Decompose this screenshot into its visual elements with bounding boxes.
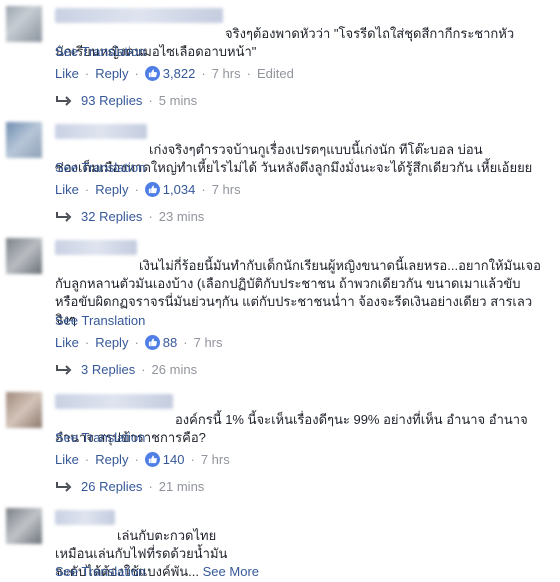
thumbs-up-icon[interactable] bbox=[144, 335, 160, 350]
see-translation-link[interactable]: See Translation bbox=[55, 564, 145, 579]
separator-dot: · bbox=[183, 335, 188, 350]
separator-dot: · bbox=[84, 182, 90, 197]
timestamp[interactable]: 7 hrs bbox=[212, 182, 241, 197]
separator-dot: · bbox=[84, 66, 90, 81]
replies-toggle[interactable]: 26 Replies · 21 mins bbox=[55, 479, 204, 494]
separator-dot: · bbox=[134, 452, 139, 467]
replies-timestamp: 26 mins bbox=[151, 362, 198, 377]
separator-dot: · bbox=[84, 452, 90, 467]
avatar[interactable] bbox=[6, 392, 42, 428]
reply-arrow-icon bbox=[56, 364, 72, 375]
replies-count[interactable]: 3 Replies bbox=[81, 362, 135, 377]
edited-label[interactable]: Edited bbox=[257, 66, 294, 81]
separator-dot: · bbox=[134, 66, 139, 81]
reply-button[interactable]: Reply bbox=[95, 452, 128, 467]
reply-arrow-icon bbox=[56, 95, 72, 106]
see-translation-link[interactable]: See Translation bbox=[55, 44, 145, 59]
like-button[interactable]: Like bbox=[55, 66, 79, 81]
replies-timestamp: 23 mins bbox=[158, 209, 205, 224]
separator-dot: · bbox=[148, 479, 153, 494]
reply-button[interactable]: Reply bbox=[95, 66, 128, 81]
separator-dot: · bbox=[190, 452, 195, 467]
separator-dot: · bbox=[201, 182, 206, 197]
reaction-count[interactable]: 1,034 bbox=[163, 182, 196, 197]
replies-count[interactable]: 26 Replies bbox=[81, 479, 142, 494]
separator-dot: · bbox=[148, 93, 153, 108]
reaction-count[interactable]: 3,822 bbox=[163, 66, 196, 81]
separator-dot: · bbox=[141, 362, 146, 377]
thumbs-up-icon[interactable] bbox=[144, 452, 160, 467]
replies-toggle[interactable]: 93 Replies · 5 mins bbox=[55, 93, 197, 108]
thumbs-up-icon[interactable] bbox=[144, 182, 160, 197]
comment-feed: จริงๆต้องพาดหัวว่า "โจรรีดไถใส่ชุดสีกากี… bbox=[0, 0, 560, 582]
replies-toggle[interactable]: 3 Replies · 26 mins bbox=[55, 362, 197, 377]
timestamp[interactable]: 7 hrs bbox=[194, 335, 223, 350]
separator-dot: · bbox=[246, 66, 251, 81]
avatar[interactable] bbox=[6, 6, 42, 42]
replies-timestamp: 5 mins bbox=[158, 93, 198, 108]
reply-arrow-icon bbox=[56, 481, 72, 492]
replies-toggle[interactable]: 32 Replies · 23 mins bbox=[55, 209, 204, 224]
comment-actions: Like · Reply · 140 · 7 hrs bbox=[55, 452, 230, 467]
timestamp[interactable]: 7 hrs bbox=[212, 66, 241, 81]
comment-actions: Like · Reply · 1,034 · 7 hrs bbox=[55, 182, 241, 197]
replies-count[interactable]: 93 Replies bbox=[81, 93, 142, 108]
comment-actions: Like · Reply · 88 · 7 hrs bbox=[55, 335, 223, 350]
separator-dot: · bbox=[148, 209, 153, 224]
separator-dot: · bbox=[134, 335, 139, 350]
see-translation-link[interactable]: See Translation bbox=[55, 430, 145, 445]
avatar[interactable] bbox=[6, 122, 42, 158]
reaction-count[interactable]: 140 bbox=[163, 452, 185, 467]
separator-dot: · bbox=[201, 66, 206, 81]
avatar[interactable] bbox=[6, 238, 42, 274]
like-button[interactable]: Like bbox=[55, 452, 79, 467]
like-button[interactable]: Like bbox=[55, 182, 79, 197]
see-more-link[interactable]: See More bbox=[203, 564, 259, 579]
comment-actions: Like · Reply · 3,822 · 7 hrs · Edited bbox=[55, 66, 294, 81]
thumbs-up-icon[interactable] bbox=[144, 66, 160, 81]
avatar[interactable] bbox=[6, 508, 42, 544]
separator-dot: · bbox=[84, 335, 90, 350]
reply-button[interactable]: Reply bbox=[95, 182, 128, 197]
like-button[interactable]: Like bbox=[55, 335, 79, 350]
replies-count[interactable]: 32 Replies bbox=[81, 209, 142, 224]
reply-arrow-icon bbox=[56, 211, 72, 222]
reply-button[interactable]: Reply bbox=[95, 335, 128, 350]
timestamp[interactable]: 7 hrs bbox=[201, 452, 230, 467]
see-translation-link[interactable]: See Translation bbox=[55, 160, 145, 175]
separator-dot: · bbox=[134, 182, 139, 197]
replies-timestamp: 21 mins bbox=[158, 479, 205, 494]
reaction-count[interactable]: 88 bbox=[163, 335, 177, 350]
see-translation-link[interactable]: See Translation bbox=[55, 313, 145, 328]
